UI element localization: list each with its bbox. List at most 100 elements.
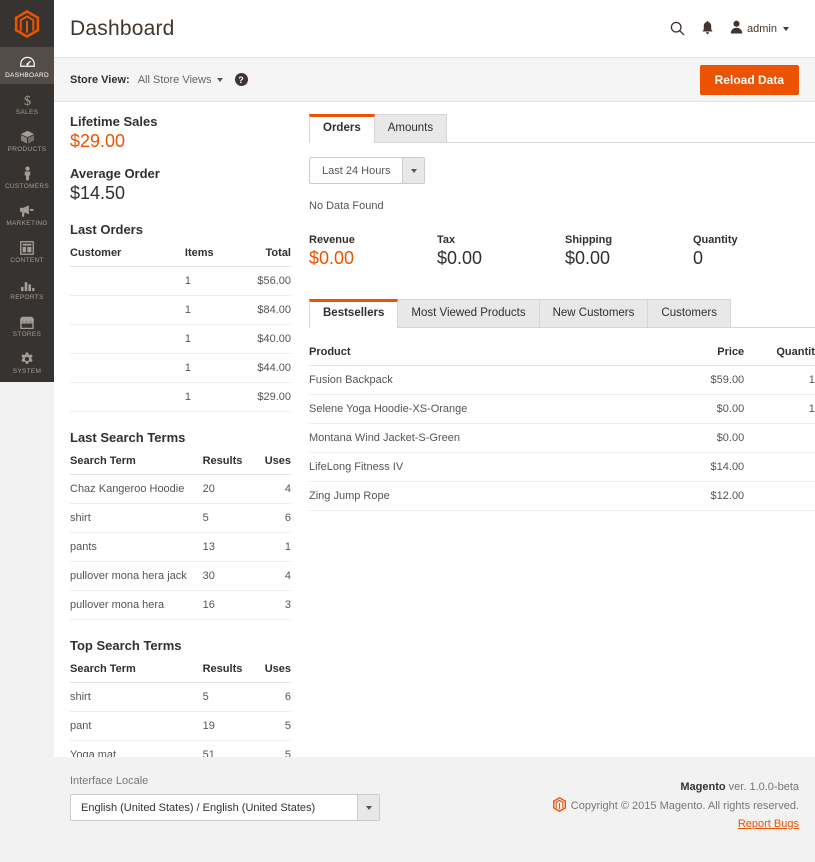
cell-customer [70,382,185,412]
table-row[interactable]: 1 $40.00 [70,324,291,354]
tab-orders[interactable]: Orders [309,114,375,143]
store-view-switcher[interactable]: All Store Views [138,74,223,86]
cell-uses: 6 [251,682,291,712]
megaphone-icon [19,203,35,218]
sidebar-item-content[interactable]: CONTENT [0,232,54,269]
column-header: Items [184,243,238,267]
tab-most-viewed-products[interactable]: Most Viewed Products [397,299,540,327]
table-row[interactable]: 1 $56.00 [70,266,291,296]
table-row[interactable]: Zing Jump Rope$12.005 [309,481,815,511]
kpi-label: Shipping [565,234,613,246]
footer-version: Magento ver. 1.0.0-beta [553,781,799,793]
cell-price: $14.00 [646,452,745,482]
sidebar-item-system[interactable]: SYSTEM [0,343,54,380]
cell-customer [70,295,185,325]
cell-term: shirt [70,682,203,712]
kpi-shipping: Shipping $0.00 [565,234,693,269]
sidebar-item-customers[interactable]: CUSTOMERS [0,158,54,195]
footer-brand: Magento [680,781,726,793]
table-row[interactable]: 1 $29.00 [70,382,291,412]
column-header: Results [202,451,252,475]
average-order-block: Average Order $14.50 [70,166,291,204]
cell-term: pullover mona hera jack [70,561,203,591]
sidebar-item-label: PRODUCTS [7,145,47,153]
sidebar-item-marketing[interactable]: MARKETING [0,195,54,232]
column-header: Search Term [70,451,203,475]
table-row[interactable]: Selene Yoga Hoodie-XS-Orange$0.0010 [309,394,815,424]
sidebar-nav-list: DASHBOARD $ SALES PRODUCTS CUSTOMERS MARKETIN… [0,47,54,380]
chevron-down-icon [402,158,425,183]
gear-icon [20,351,34,366]
page-title: Dashboard [70,16,175,40]
cell-product: LifeLong Fitness IV [309,452,647,482]
tab-new-customers[interactable]: New Customers [538,299,649,327]
interface-locale-select[interactable]: English (United States) / English (Unite… [70,794,380,821]
column-header: Uses [251,659,291,683]
sidebar-item-sales[interactable]: $ SALES [0,84,54,121]
primary-sidebar: DASHBOARD $ SALES PRODUCTS CUSTOMERS MARKETIN… [0,0,54,382]
cell-results: 13 [202,532,252,562]
table-row[interactable]: shirt 5 6 [70,503,291,533]
table-row[interactable]: Fusion Backpack$59.0012 [309,365,815,395]
table-row[interactable]: LifeLong Fitness IV$14.007 [309,452,815,482]
column-header: Total [237,243,291,267]
footer-copyright-row: Copyright © 2015 Magento. All rights res… [552,797,799,815]
table-row[interactable]: pullover mona hera jack304 [70,561,291,591]
footer-info-area: Magento ver. 1.0.0-beta Copyright © 2015… [552,775,799,862]
cell-quantity: 9 [744,423,815,453]
cell-quantity: 7 [744,452,815,482]
orders-tab-panel: Last 24 Hours No Data Found Revenue $0.00… [309,143,815,269]
interface-locale-label: Interface Locale [70,775,149,787]
table-row[interactable]: 1 $84.00 [70,295,291,325]
gauge-icon [19,55,35,70]
magento-logo[interactable] [0,0,54,47]
chevron-down-icon [357,795,379,820]
table-header-row: Search Term Results Uses [70,451,291,475]
sidebar-item-stores[interactable]: STORES [0,306,54,343]
lifetime-sales-title: Lifetime Sales [70,114,158,129]
top-search-terms-title: Top Search Terms [70,638,182,653]
cell-quantity: 12 [744,365,815,395]
report-bugs-link[interactable]: Report Bugs [738,818,799,830]
sidebar-item-products[interactable]: PRODUCTS [0,121,54,158]
cell-product: Fusion Backpack [309,365,647,395]
cell-total: $40.00 [237,324,291,354]
svg-text:$: $ [23,93,30,107]
table-row[interactable]: pants 13 1 [70,532,291,562]
tab-customers[interactable]: Customers [647,299,731,327]
table-row[interactable]: 1 $44.00 [70,353,291,383]
search-icon[interactable] [670,21,685,36]
last-orders-title: Last Orders [70,222,143,237]
cell-total: $29.00 [237,382,291,412]
sidebar-item-label: STORES [12,330,42,338]
table-row[interactable]: pant 19 5 [70,711,291,741]
period-select[interactable]: Last 24 Hours [309,157,426,184]
cell-term: pants [70,532,203,562]
cell-quantity: 10 [744,394,815,424]
dashboard-right-column: Orders Amounts Last 24 Hours No Data Foun… [305,114,815,828]
sidebar-item-label: REPORTS [10,293,44,301]
sidebar-item-reports[interactable]: REPORTS [0,269,54,306]
table-row[interactable]: pullover mona hera 16 3 [70,590,291,620]
last-orders-table: Customer Items Total 1 $56.00 1 $84.00 1 $40.00 1… [70,243,291,412]
table-row[interactable]: shirt 5 6 [70,682,291,712]
bestsellers-tab-strip: Bestsellers Most Viewed Products New Custo… [309,299,815,328]
sidebar-item-label: DASHBOARD [5,71,49,79]
kpi-row: Revenue $0.00 Tax $0.00 Shipping $0.00 Quantit… [309,234,815,269]
tab-bestsellers[interactable]: Bestsellers [309,299,399,328]
sidebar-item-dashboard[interactable]: DASHBOARD [0,47,54,84]
table-row[interactable]: Chaz Kangeroo Hoodie204 [70,474,291,504]
table-header-row: Customer Items Total [70,243,291,267]
store-view-value: All Store Views [137,73,212,86]
average-order-title: Average Order [70,166,160,181]
reload-data-button[interactable]: Reload Data [699,64,799,95]
cell-total: $56.00 [237,266,291,296]
question-mark-icon[interactable]: ? [234,73,248,86]
tab-amounts[interactable]: Amounts [373,114,448,142]
admin-user-menu[interactable]: admin [730,20,789,37]
kpi-label: Quantity [693,234,738,246]
table-row[interactable]: Montana Wind Jacket-S-Green$0.009 [309,423,815,453]
cell-items: 1 [184,295,238,325]
bell-icon[interactable] [701,21,714,36]
dashboard-content: Lifetime Sales $29.00 Average Order $14.… [54,102,815,828]
